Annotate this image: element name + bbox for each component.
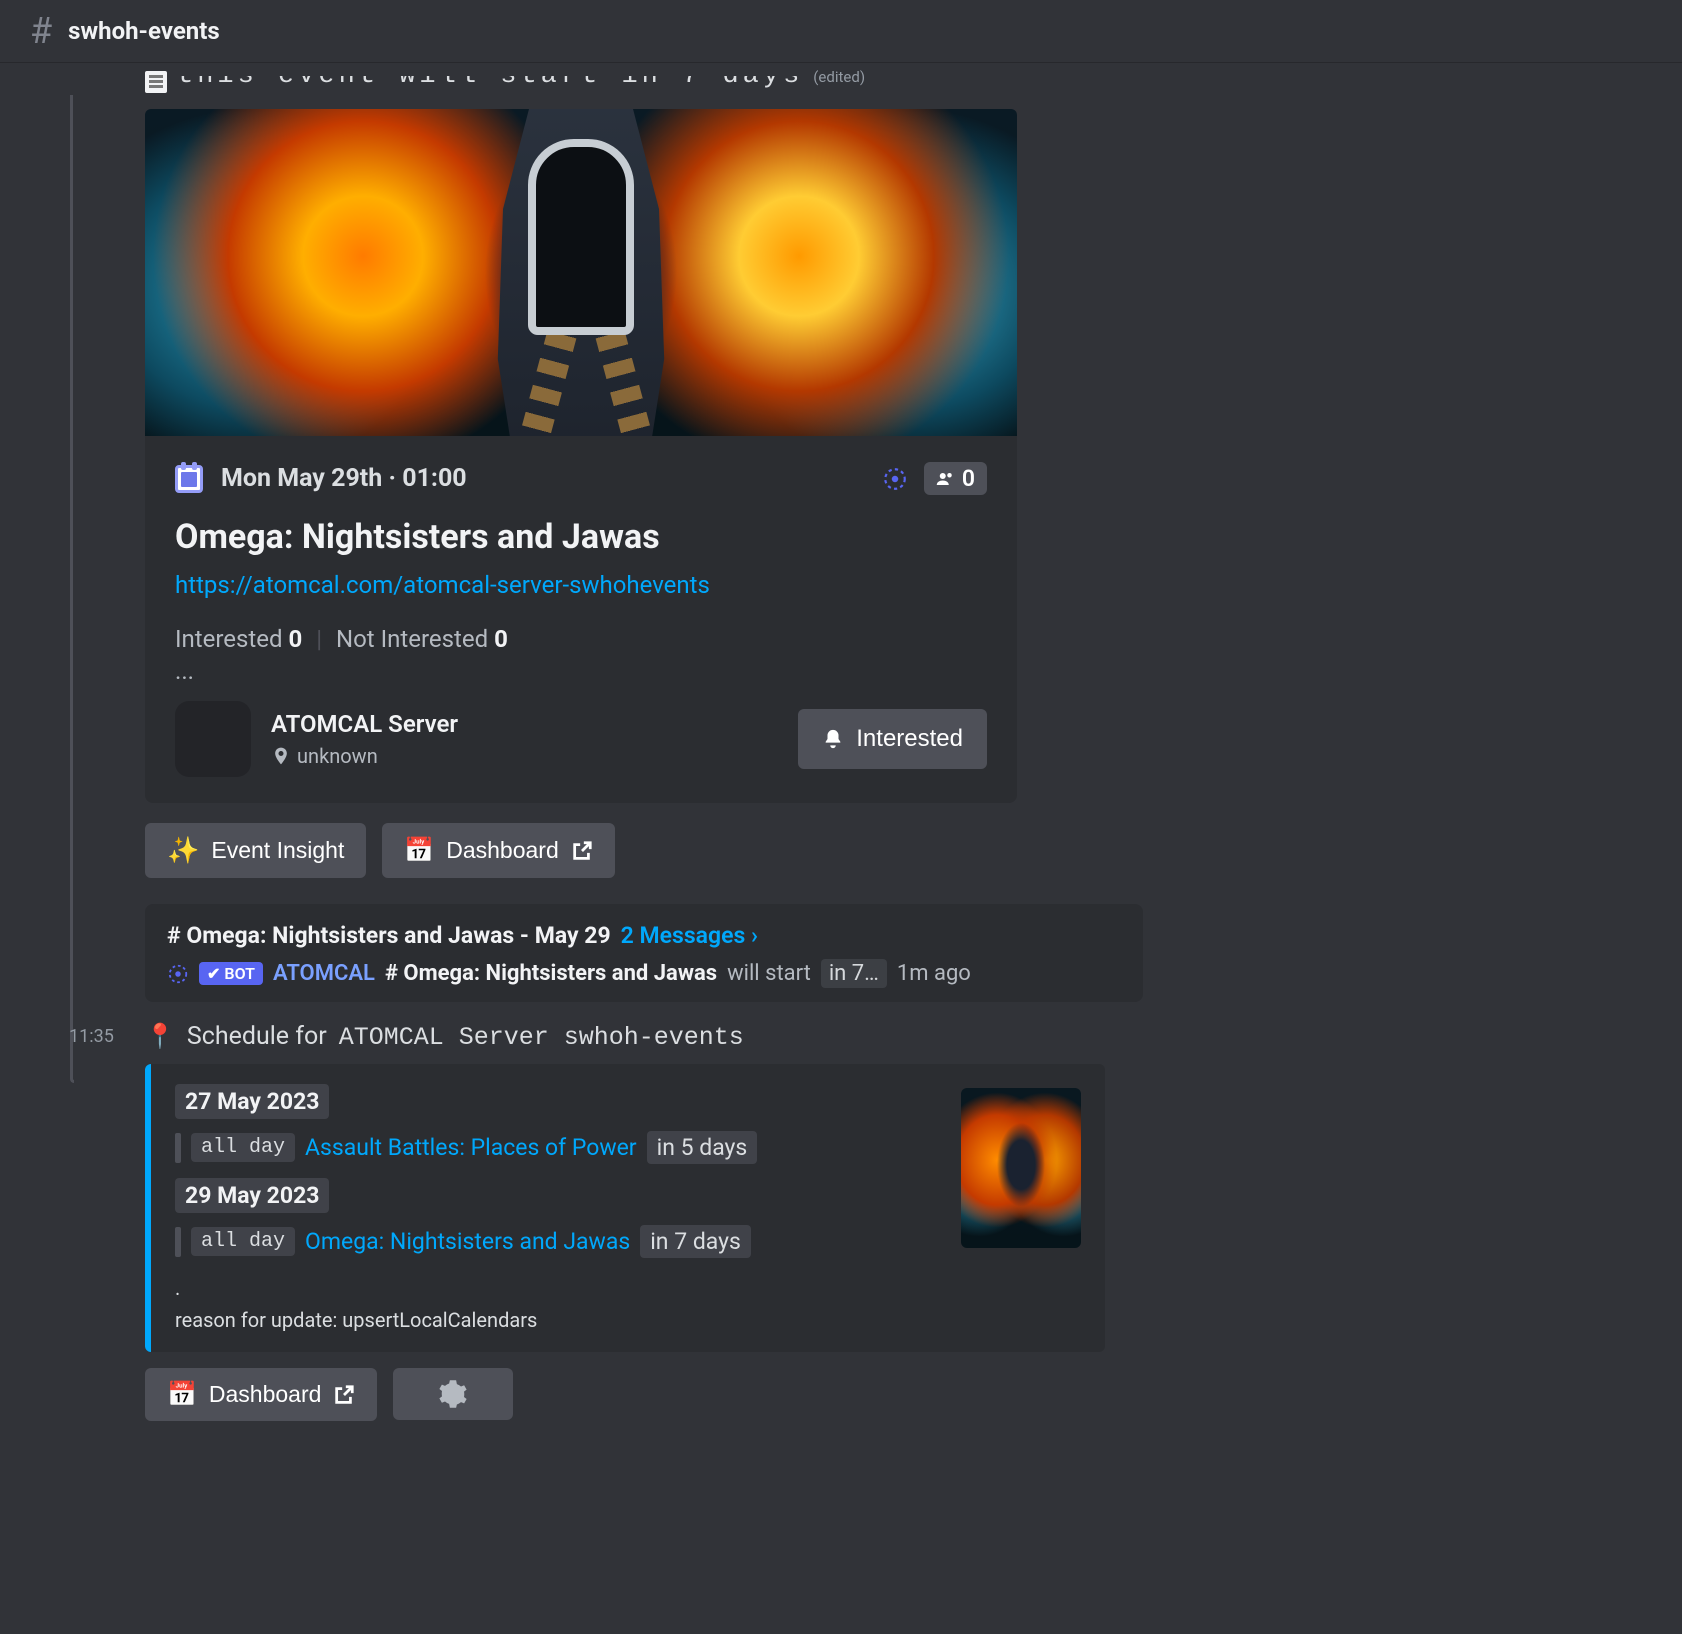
- server-location: unknown: [271, 744, 458, 768]
- thread-title: # Omega: Nightsisters and Jawas - May 29: [167, 922, 611, 949]
- edited-label: (edited): [813, 68, 865, 86]
- dashboard-button[interactable]: 📅 Dashboard: [382, 823, 614, 878]
- channel-name: swhoh-events: [68, 17, 220, 45]
- schedule-event-row: all day Assault Battles: Places of Power…: [175, 1131, 941, 1164]
- hero-detail: [574, 250, 670, 436]
- bottom-actions: 📅 Dashboard: [145, 1368, 1105, 1421]
- thread-age: 1m ago: [897, 961, 971, 986]
- schedule-event-link[interactable]: Assault Battles: Places of Power: [305, 1134, 637, 1161]
- gear-icon: [438, 1379, 468, 1409]
- interested-button[interactable]: Interested: [798, 709, 987, 769]
- event-insight-button[interactable]: ✨ Event Insight: [145, 823, 366, 878]
- server-location-text: unknown: [297, 744, 378, 768]
- calendar-emoji-icon: 📅: [404, 836, 434, 865]
- event-card: Mon May 29th · 01:00 0 Omega: Nightsiste…: [145, 436, 1017, 803]
- bot-badge: ✔ BOT: [199, 962, 263, 985]
- calendar-emoji-icon: 📅: [167, 1380, 197, 1409]
- server-avatar[interactable]: [175, 701, 251, 777]
- cut-text: this event will start in 7 days: [177, 76, 803, 94]
- not-interested-label: Not Interested: [336, 625, 488, 653]
- bell-icon: [822, 728, 844, 750]
- timestamp: 11:35: [69, 1026, 114, 1047]
- schedule-event-eta: in 5 days: [647, 1131, 758, 1164]
- thread-messages-link[interactable]: 2 Messages ›: [621, 922, 758, 949]
- schedule-event-row: all day Omega: Nightsisters and Jawas in…: [175, 1225, 941, 1258]
- date-header: 29 May 2023: [175, 1178, 329, 1213]
- people-count[interactable]: 0: [924, 462, 987, 495]
- external-link-icon: [333, 1384, 355, 1406]
- cut-message-line: this event will start in 7 days (edited): [145, 62, 1015, 105]
- all-day-badge: all day: [191, 1133, 295, 1162]
- thread-preview[interactable]: # Omega: Nightsisters and Jawas - May 29…: [145, 904, 1143, 1002]
- people-count-value: 0: [962, 465, 975, 492]
- thread-sub-will: will start: [727, 961, 811, 986]
- date-header: 27 May 2023: [175, 1084, 329, 1119]
- row-bar: [175, 1227, 181, 1257]
- document-icon: [145, 71, 167, 93]
- dashboard-label-2: Dashboard: [209, 1381, 322, 1408]
- bot-name[interactable]: ATOMCAL: [273, 961, 375, 986]
- settings-button[interactable]: [393, 1368, 513, 1420]
- interested-count: 0: [288, 625, 302, 653]
- event-insight-label: Event Insight: [211, 837, 344, 864]
- calendar-icon: [175, 465, 203, 493]
- schedule-event-link[interactable]: Omega: Nightsisters and Jawas: [305, 1228, 630, 1255]
- dashboard-label: Dashboard: [446, 837, 559, 864]
- schedule-header-text: Schedule for: [187, 1022, 327, 1051]
- dot-line: .: [175, 1276, 941, 1300]
- action-row: ✨ Event Insight 📅 Dashboard: [145, 823, 1015, 878]
- interested-label: Interested: [175, 625, 283, 653]
- people-icon: [936, 470, 954, 488]
- thread-sub-time: in 7…: [821, 959, 887, 988]
- event-message: this event will start in 7 days (edited)…: [145, 62, 1015, 1002]
- schedule-message: 11:35 📍 Schedule for ATOMCAL Server swho…: [145, 1022, 1105, 1421]
- ellipsis: ...: [175, 657, 987, 685]
- external-link-icon: [571, 840, 593, 862]
- bot-glyph-icon: [167, 963, 189, 985]
- event-date: Mon May 29th · 01:00: [221, 464, 467, 493]
- event-title: Omega: Nightsisters and Jawas: [175, 517, 987, 557]
- interest-row: Interested 0 | Not Interested 0: [175, 625, 987, 653]
- event-hero-image[interactable]: [145, 109, 1017, 436]
- row-bar: [175, 1133, 181, 1163]
- location-pin-icon: [271, 746, 291, 766]
- hash-icon: #: [30, 10, 52, 52]
- chat-area: this event will start in 7 days (edited)…: [0, 62, 1682, 1421]
- not-interested-count: 0: [494, 625, 508, 653]
- event-url[interactable]: https://atomcal.com/atomcal-server-swhoh…: [175, 571, 987, 599]
- hero-detail: [502, 250, 598, 436]
- schedule-embed: 27 May 2023 all day Assault Battles: Pla…: [145, 1064, 1105, 1352]
- interested-button-label: Interested: [856, 725, 963, 753]
- server-name: ATOMCAL Server: [271, 710, 458, 738]
- schedule-thumbnail[interactable]: [961, 1088, 1081, 1248]
- thread-sub-title: # Omega: Nightsisters and Jawas: [385, 961, 717, 986]
- dashboard-button-2[interactable]: 📅 Dashboard: [145, 1368, 377, 1421]
- schedule-event-eta: in 7 days: [640, 1225, 751, 1258]
- all-day-badge: all day: [191, 1227, 295, 1256]
- channel-header: # swhoh-events: [0, 0, 1682, 62]
- sparkle-icon: ✨: [167, 835, 199, 866]
- pin-icon: 📍: [145, 1022, 175, 1050]
- update-reason: reason for update: upsertLocalCalendars: [175, 1308, 941, 1332]
- bot-glyph-icon: [882, 466, 908, 492]
- schedule-server-mono: ATOMCAL Server swhoh-events: [339, 1023, 744, 1052]
- thread-spine: [70, 95, 74, 1083]
